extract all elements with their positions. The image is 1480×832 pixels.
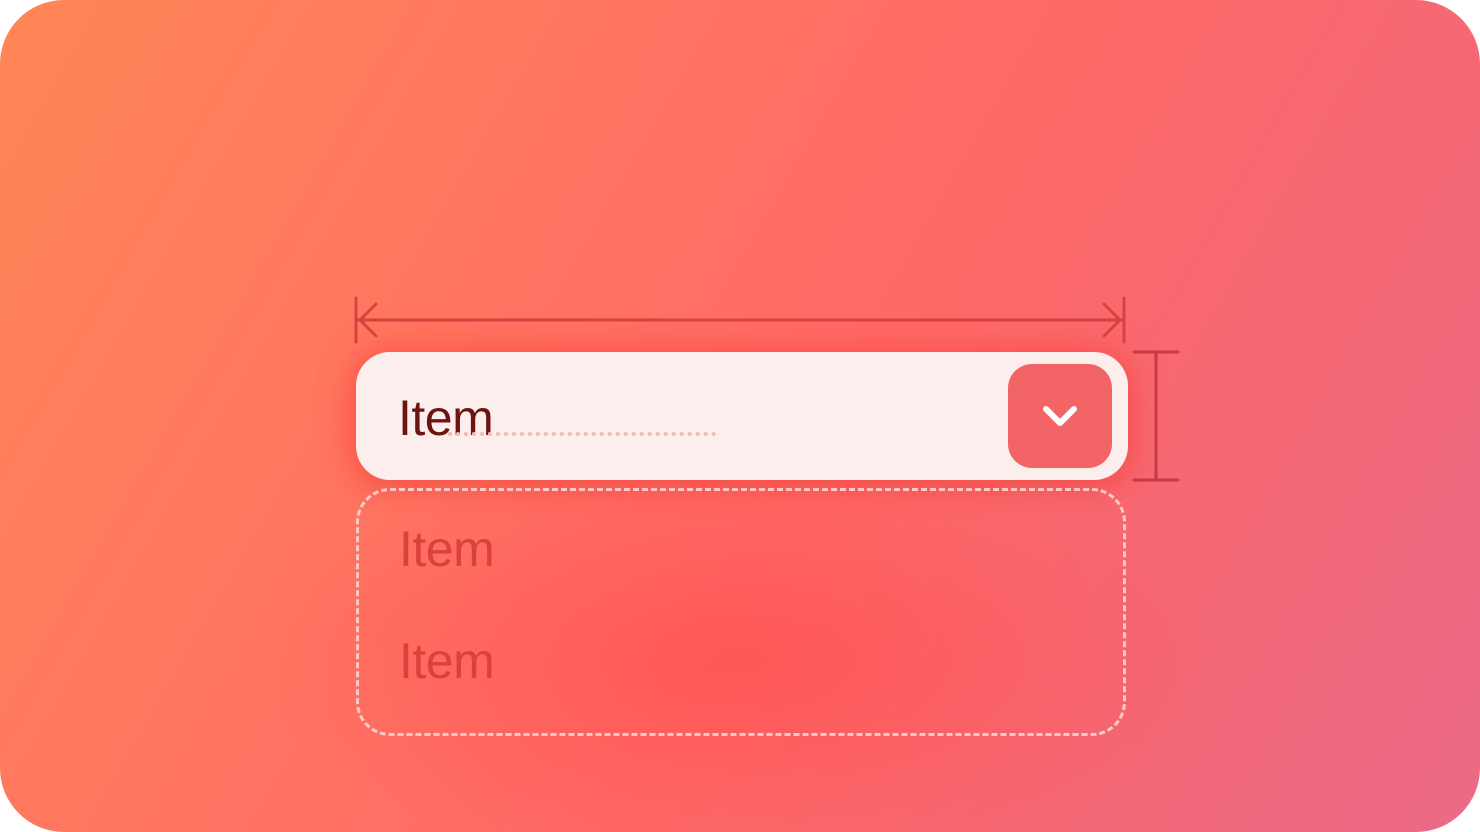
canvas: Item Item Item (0, 0, 1480, 832)
menu-item[interactable]: Item (399, 519, 495, 579)
dropdown-toggle-button[interactable] (1008, 364, 1112, 468)
width-measure-indicator (354, 296, 1126, 344)
height-measure-indicator (1132, 350, 1180, 482)
dropdown-menu: Item Item (356, 488, 1126, 736)
chevron-down-icon (1043, 406, 1077, 426)
dropdown-select[interactable]: Item (356, 352, 1128, 480)
selected-value-label: Item (398, 390, 494, 446)
menu-item[interactable]: Item (399, 631, 495, 691)
text-width-guide (448, 432, 716, 436)
